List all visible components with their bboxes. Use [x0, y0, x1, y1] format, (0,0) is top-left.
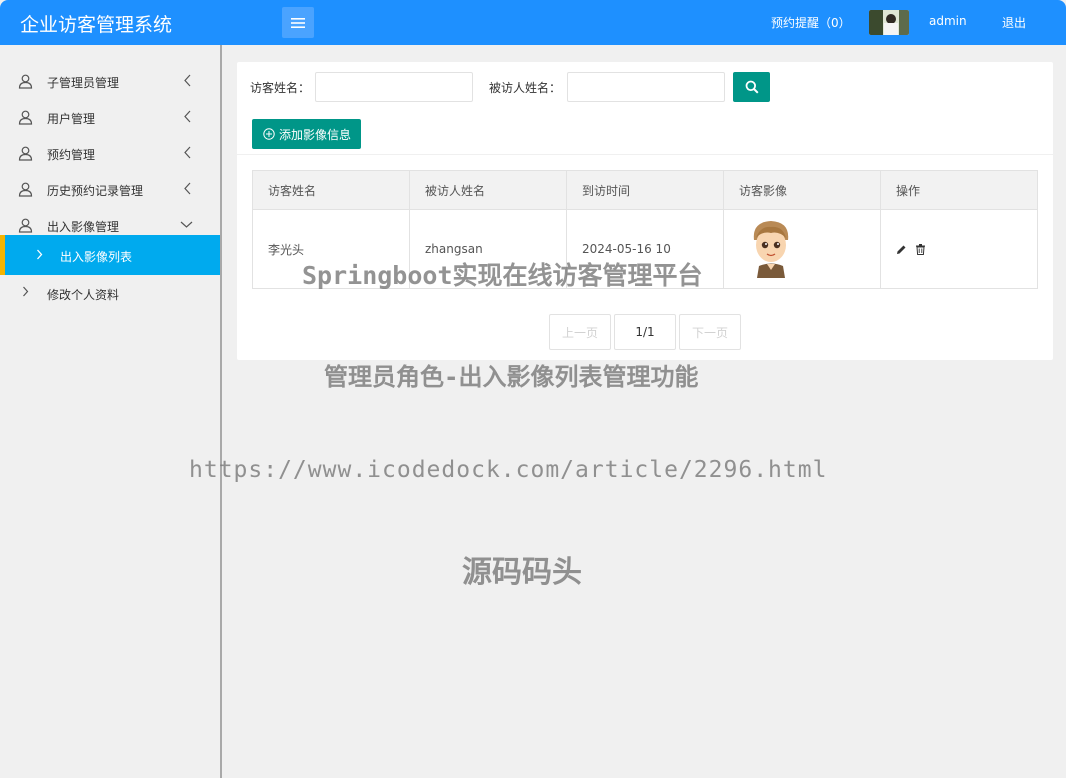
add-button-label: 添加影像信息 [279, 127, 352, 142]
sidebar-item-label: 出入影像管理 [47, 220, 120, 234]
reservation-reminder-link[interactable]: 预约提醒（0） [771, 14, 851, 31]
chevron-left-icon [184, 182, 191, 195]
column-header: 到访时间 [566, 170, 724, 210]
add-circle-icon [263, 128, 275, 140]
cell-actions [880, 209, 1038, 289]
watermark-url: https://www.icodedock.com/article/2296.h… [189, 457, 828, 483]
sidebar-divider [220, 45, 222, 778]
sidebar-item-label: 修改个人资料 [47, 288, 120, 302]
sidebar-item-label: 子管理员管理 [47, 76, 120, 90]
active-indicator [0, 235, 5, 275]
sidebar: 子管理员管理 用户管理 预约管理 历史预约记录管理 出入影像管理 出入影像列表 … [0, 45, 220, 778]
username-label[interactable]: admin [929, 14, 967, 28]
menu-toggle-button[interactable] [282, 7, 314, 38]
prev-page-button[interactable]: 上一页 [549, 314, 611, 350]
current-page: 1/1 [614, 314, 676, 350]
host-name-input[interactable] [567, 72, 725, 102]
search-button[interactable] [733, 72, 770, 102]
main-panel: 访客姓名： 被访人姓名： 添加影像信息 访客姓名 被访人姓名 到访时间 访客影像… [237, 62, 1053, 360]
header-avatar[interactable] [869, 10, 909, 35]
user-icon [18, 182, 33, 197]
column-header: 访客影像 [723, 170, 881, 210]
user-icon [18, 218, 33, 233]
sidebar-item-reservations[interactable]: 预约管理 [0, 135, 220, 171]
sidebar-item-label: 历史预约记录管理 [47, 184, 144, 198]
user-icon [18, 110, 33, 125]
chevron-left-icon [184, 146, 191, 159]
table-header-row: 访客姓名 被访人姓名 到访时间 访客影像 操作 [252, 170, 1038, 210]
user-icon [18, 146, 33, 161]
chevron-right-icon [23, 286, 29, 297]
sidebar-subitem-label: 出入影像列表 [60, 250, 133, 264]
sidebar-item-label: 预约管理 [47, 148, 96, 162]
app-title: 企业访客管理系统 [20, 14, 173, 36]
column-header: 被访人姓名 [409, 170, 567, 210]
top-header: 企业访客管理系统 预约提醒（0） admin 退出 [0, 0, 1066, 45]
visitor-name-input[interactable] [315, 72, 473, 102]
add-image-button[interactable]: 添加影像信息 [252, 119, 361, 149]
watermark-subtitle: 管理员角色-出入影像列表管理功能 [324, 363, 699, 391]
chevron-left-icon [184, 110, 191, 123]
chevron-down-icon [180, 221, 193, 228]
user-icon [18, 74, 33, 89]
search-icon [745, 80, 759, 94]
delete-icon[interactable] [915, 243, 926, 255]
sidebar-item-label: 用户管理 [47, 112, 96, 126]
watermark-brand: 源码码头 [462, 555, 582, 590]
chevron-right-icon [37, 249, 43, 260]
next-page-button[interactable]: 下一页 [679, 314, 741, 350]
sidebar-item-history[interactable]: 历史预约记录管理 [0, 171, 220, 207]
divider [237, 154, 1053, 155]
visitor-name-label: 访客姓名： [250, 81, 311, 95]
column-header: 操作 [880, 170, 1038, 210]
host-name-label: 被访人姓名： [489, 81, 562, 95]
column-header: 访客姓名 [252, 170, 410, 210]
cartoon-boy-avatar[interactable] [746, 218, 796, 278]
sidebar-item-sub-admin[interactable]: 子管理员管理 [0, 63, 220, 99]
chevron-left-icon [184, 74, 191, 87]
sidebar-subitem-image-list[interactable]: 出入影像列表 [0, 235, 220, 275]
logout-link[interactable]: 退出 [1002, 14, 1026, 31]
watermark-title: Springboot实现在线访客管理平台 [302, 261, 703, 290]
sidebar-item-profile[interactable]: 修改个人资料 [0, 275, 220, 311]
edit-icon[interactable] [896, 244, 907, 255]
cell-visitor-image [723, 209, 881, 289]
hamburger-icon [291, 17, 305, 28]
sidebar-item-users[interactable]: 用户管理 [0, 99, 220, 135]
